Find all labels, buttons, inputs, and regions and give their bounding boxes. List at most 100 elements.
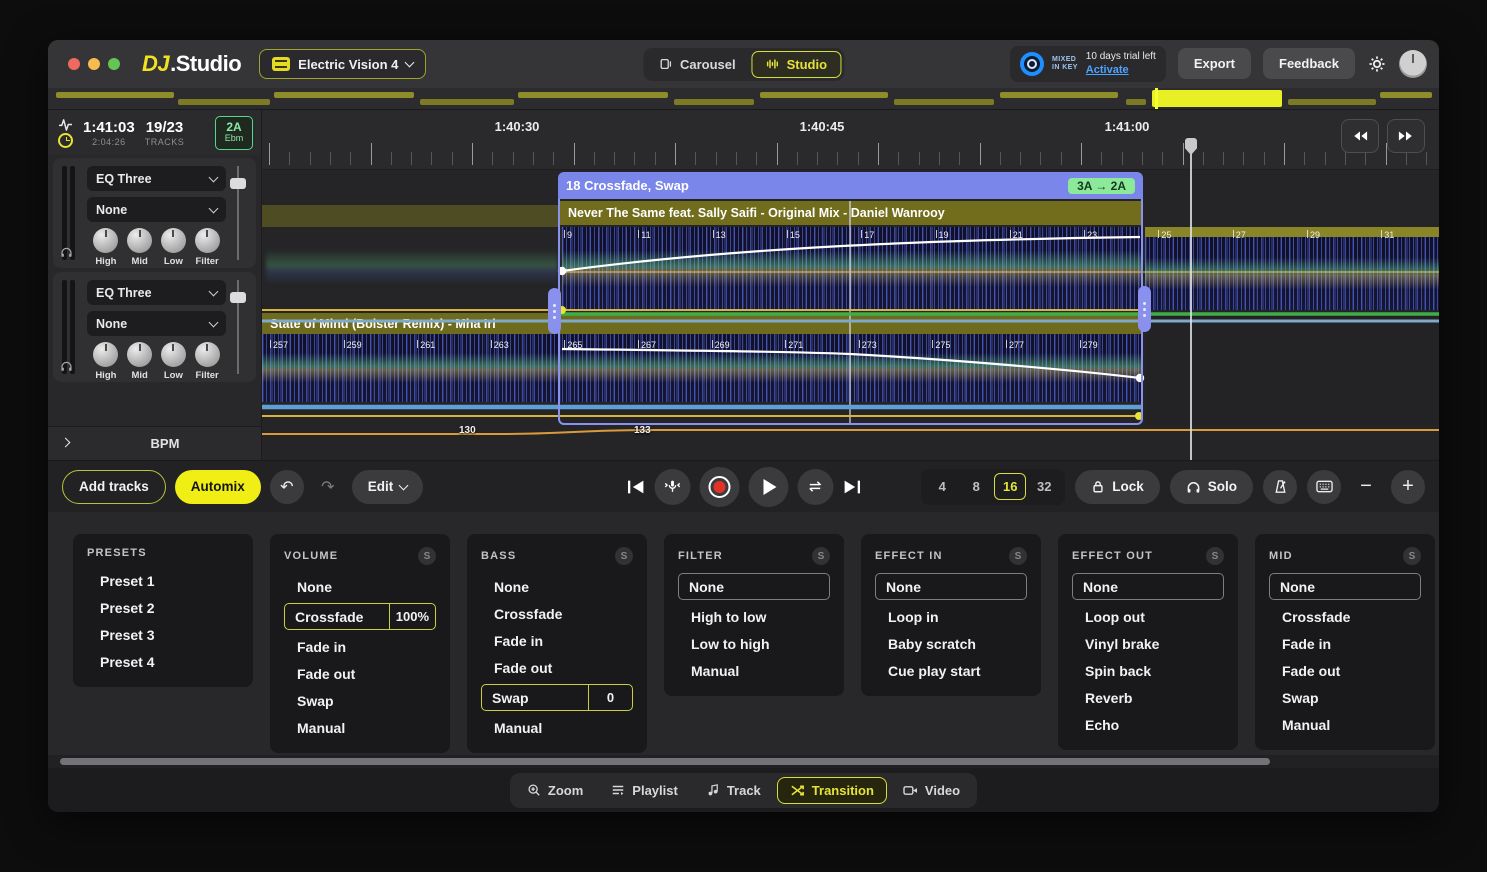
minimize-window-button[interactable]: [88, 58, 100, 70]
option-crossfade[interactable]: Crossfade: [1269, 603, 1421, 630]
panel-settings-badge[interactable]: S: [1206, 547, 1224, 565]
high-knob[interactable]: [93, 228, 119, 253]
bpm-value[interactable]: 130: [459, 425, 476, 436]
option-echo[interactable]: Echo: [1072, 711, 1224, 738]
crossfade-right-handle[interactable]: [1138, 286, 1151, 332]
option-crossfade[interactable]: Crossfade 100%: [284, 603, 436, 630]
option-value[interactable]: 0: [588, 685, 632, 710]
filter-knob[interactable]: [194, 228, 220, 253]
grid-option-32[interactable]: 32: [1028, 473, 1060, 500]
grid-option-4[interactable]: 4: [926, 473, 958, 500]
tab-transition[interactable]: Transition: [776, 776, 887, 804]
lock-button[interactable]: Lock: [1075, 469, 1160, 504]
tab-carousel[interactable]: Carousel: [646, 51, 749, 78]
export-button[interactable]: Export: [1177, 48, 1252, 80]
option-fade-out[interactable]: Fade out: [481, 654, 633, 681]
play-button[interactable]: [748, 466, 788, 507]
option-manual[interactable]: Manual: [284, 714, 436, 741]
edit-menu-button[interactable]: Edit: [351, 469, 424, 504]
redo-button[interactable]: ↷: [313, 477, 343, 497]
grid-option-8[interactable]: 8: [960, 473, 992, 500]
undo-button[interactable]: ↶: [269, 469, 304, 504]
automix-button[interactable]: Automix: [174, 469, 261, 504]
option-fade-out[interactable]: Fade out: [284, 660, 436, 687]
add-tracks-button[interactable]: Add tracks: [62, 469, 166, 504]
option-loop-in[interactable]: Loop in: [875, 603, 1027, 630]
tab-track[interactable]: Track: [694, 777, 773, 804]
option-fade-in[interactable]: Fade in: [481, 627, 633, 654]
top-track-title[interactable]: Never The Same feat. Sally Saifi - Origi…: [560, 201, 1141, 225]
zoom-in-button[interactable]: +: [1391, 469, 1425, 504]
option-spin-back[interactable]: Spin back: [1072, 657, 1224, 684]
bottom-track-title[interactable]: State of Mind (Bolster Remix) - Mha Iri: [262, 313, 1143, 334]
option-baby-scratch[interactable]: Baby scratch: [875, 630, 1027, 657]
high-knob[interactable]: [93, 342, 119, 367]
low-knob[interactable]: [160, 342, 186, 367]
record-button[interactable]: [699, 466, 739, 507]
option-none[interactable]: None: [284, 573, 436, 600]
fast-forward-button[interactable]: [1387, 119, 1425, 153]
user-avatar[interactable]: [1399, 49, 1427, 78]
volume-slider-1[interactable]: [230, 166, 246, 260]
settings-button[interactable]: [1367, 54, 1387, 74]
arrangement-lanes[interactable]: 1:40:30 1:40:45 1:41:00 State of Mind (Bol…: [262, 110, 1439, 460]
option-fade-in[interactable]: Fade in: [284, 633, 436, 660]
rewind-button[interactable]: [1341, 119, 1379, 153]
option-manual[interactable]: Manual: [481, 714, 633, 741]
lanes-content[interactable]: State of Mind (Bolster Remix) - Mha Iri 1…: [262, 170, 1439, 460]
tab-playlist[interactable]: Playlist: [599, 777, 690, 804]
project-selector[interactable]: Electric Vision 4: [259, 49, 427, 79]
effect-select-1[interactable]: None: [87, 197, 226, 222]
bpm-value[interactable]: 133: [634, 425, 651, 436]
keyboard-shortcuts-button[interactable]: [1307, 469, 1341, 504]
panel-settings-badge[interactable]: S: [1009, 547, 1027, 565]
mid-knob[interactable]: [127, 342, 153, 367]
option-preset-4[interactable]: Preset 4: [87, 648, 239, 675]
overview-playhead-marker[interactable]: [1155, 88, 1158, 109]
filter-knob[interactable]: [194, 342, 220, 367]
time-ruler[interactable]: 1:40:30 1:40:45 1:41:00: [262, 110, 1439, 170]
panel-settings-badge[interactable]: S: [615, 547, 633, 565]
panel-settings-badge[interactable]: S: [812, 547, 830, 565]
option-preset-1[interactable]: Preset 1: [87, 567, 239, 594]
zoom-out-button[interactable]: −: [1351, 475, 1381, 498]
panel-settings-badge[interactable]: S: [418, 547, 436, 565]
skip-to-start-button[interactable]: [626, 479, 645, 495]
option-manual[interactable]: Manual: [678, 657, 830, 684]
key-badge[interactable]: 2A Ebm: [215, 115, 253, 150]
option-swap[interactable]: Swap 0: [481, 684, 633, 711]
option-manual[interactable]: Manual: [1269, 711, 1421, 738]
solo-button[interactable]: Solo: [1169, 469, 1253, 504]
arrangement-overview[interactable]: [48, 88, 1439, 110]
microphone-button[interactable]: [654, 468, 690, 505]
bpm-lane-header[interactable]: BPM: [48, 426, 261, 460]
grid-option-16[interactable]: 16: [994, 473, 1027, 500]
eq-select-1[interactable]: EQ Three: [87, 166, 226, 191]
option-none[interactable]: None: [678, 573, 830, 600]
effect-select-2[interactable]: None: [87, 311, 226, 336]
tab-video[interactable]: Video: [891, 777, 972, 804]
maximize-window-button[interactable]: [108, 58, 120, 70]
scrollbar-thumb[interactable]: [60, 758, 1270, 765]
option-none[interactable]: None: [481, 573, 633, 600]
panel-settings-badge[interactable]: S: [1403, 547, 1421, 565]
option-reverb[interactable]: Reverb: [1072, 684, 1224, 711]
eq-select-2[interactable]: EQ Three: [87, 280, 226, 305]
crossfade-clip-header[interactable]: 18 Crossfade, Swap 3A → 2A: [558, 172, 1143, 199]
metronome-button[interactable]: [1263, 469, 1297, 504]
crossfade-left-handle[interactable]: [548, 288, 561, 334]
option-vinyl-brake[interactable]: Vinyl brake: [1072, 630, 1224, 657]
tab-zoom[interactable]: Zoom: [515, 777, 595, 804]
option-high-to-low[interactable]: High to low: [678, 603, 830, 630]
option-value[interactable]: 100%: [388, 604, 435, 629]
close-window-button[interactable]: [68, 58, 80, 70]
option-cue-play-start[interactable]: Cue play start: [875, 657, 1027, 684]
option-fade-in[interactable]: Fade in: [1269, 630, 1421, 657]
option-swap[interactable]: Swap: [1269, 684, 1421, 711]
skip-to-end-button[interactable]: [842, 479, 861, 495]
option-low-to-high[interactable]: Low to high: [678, 630, 830, 657]
mid-knob[interactable]: [127, 228, 153, 253]
option-swap[interactable]: Swap: [284, 687, 436, 714]
option-loop-out[interactable]: Loop out: [1072, 603, 1224, 630]
option-none[interactable]: None: [1269, 573, 1421, 600]
